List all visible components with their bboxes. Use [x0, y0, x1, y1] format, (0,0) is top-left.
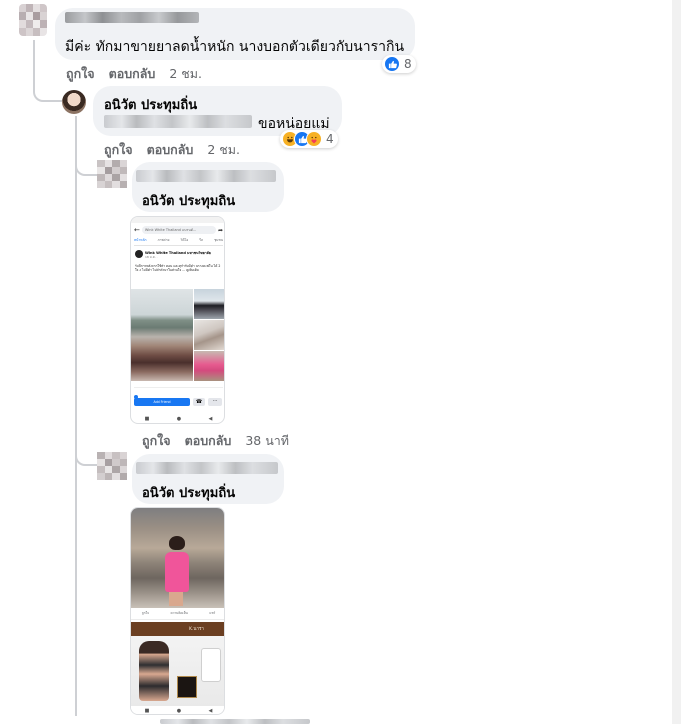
attached-screenshot[interactable]: ← Wink White Thailand แบรนด์... ➦ หน้าหล… — [130, 216, 225, 424]
home-icon: ● — [176, 708, 182, 714]
like-button[interactable]: ถูกใจ — [104, 142, 133, 157]
post-actions-bar: ถูกใจ ความคิดเห็น แชร์ — [131, 608, 224, 620]
tab: รีล — [199, 238, 204, 242]
like-button[interactable]: ถูกใจ — [142, 433, 171, 448]
mention-link[interactable]: อนิวัต ประทุมถิ่น — [142, 482, 235, 503]
comment-text: มีค่ะ ทักมาขายยาลดน้ำหนัก นางบอกตัวเดียว… — [65, 39, 405, 55]
model-figure — [139, 641, 169, 701]
mention-blurred[interactable] — [104, 115, 252, 128]
commenter-name-blurred[interactable] — [136, 170, 276, 182]
search-field: Wink White Thailand แบรนด์... — [141, 226, 216, 234]
comment-actions: ถูกใจ ตอบกลับ 38 นาที — [142, 431, 303, 451]
care-icon — [306, 131, 322, 147]
commenter-name[interactable]: อนิวัต ประทุมถิ่น — [104, 94, 197, 115]
comment-bubble: มีค่ะ ทักมาขายยาลดน้ำหนัก นางบอกตัวเดียว… — [55, 8, 415, 60]
status-bar — [131, 217, 224, 223]
attached-screenshot[interactable]: ถูกใจ ความคิดเห็น แชร์ K.นารา ■ ● ◀ — [130, 507, 225, 715]
like-button[interactable]: ถูกใจ — [66, 66, 95, 81]
scrollbar[interactable] — [672, 0, 681, 724]
phone-mock — [201, 648, 221, 682]
comment-bubble: อนิวัต ประทุมถิน — [132, 162, 284, 212]
reaction-row — [134, 384, 223, 399]
reaction-summary[interactable]: 4 — [280, 130, 338, 148]
like-action: ถูกใจ — [141, 611, 150, 615]
comment-bubble: อนิวัต ประทุมถิ่น — [132, 454, 284, 504]
tab: วิดีโอ — [180, 238, 189, 242]
android-nav-bar: ■ ● ◀ — [131, 413, 224, 423]
share-icon: ➦ — [217, 226, 223, 234]
reply-button[interactable]: ตอบกลับ — [147, 142, 194, 157]
android-nav-bar: ■ ● ◀ — [131, 706, 224, 714]
reaction-count: 8 — [404, 57, 412, 71]
comment-actions: ถูกใจ ตอบกลับ 2 ชม. — [104, 140, 254, 160]
commenter-avatar[interactable] — [97, 452, 127, 480]
post-photo — [194, 351, 224, 381]
comment-actions: ถูกใจ ตอบกลับ 2 ชม. — [66, 64, 216, 84]
tab: ชุมชน — [214, 238, 223, 242]
timestamp[interactable]: 2 ชม. — [207, 142, 240, 157]
brand-banner — [131, 622, 224, 636]
reply-button[interactable]: ตอบกลับ — [109, 66, 156, 81]
reaction-count: 4 — [326, 132, 334, 146]
legs — [169, 592, 183, 606]
thread-connector — [75, 116, 77, 716]
page-avatar — [135, 250, 143, 258]
next-comment-blurred — [160, 719, 310, 724]
home-icon: ● — [176, 416, 182, 422]
back-arrow-icon: ← — [134, 226, 140, 234]
add-friend-button: Add Friend — [134, 398, 190, 406]
commenter-name-blurred[interactable] — [136, 462, 278, 474]
reaction-summary[interactable]: 8 — [382, 55, 416, 73]
comment-bubble: อนิวัต ประทุมถิ่น ขอหน่อยแม่ — [93, 86, 342, 136]
timestamp[interactable]: 38 นาที — [245, 433, 289, 448]
recents-icon: ■ — [144, 416, 150, 422]
search-bar: ← Wink White Thailand แบรนด์... ➦ — [134, 225, 223, 235]
call-icon: ☎ — [193, 398, 205, 406]
post-photo — [194, 289, 224, 319]
post-text: รับปีการหลังจากใช้ทำ ตอน และทุกำกับมีคำ … — [135, 264, 221, 273]
recents-icon: ■ — [144, 708, 150, 714]
share-action: แชร์ — [209, 611, 216, 615]
tab: หน้าหลัก — [134, 238, 147, 242]
commenter-avatar[interactable] — [97, 160, 127, 188]
reply-button[interactable]: ตอบกลับ — [185, 433, 232, 448]
post-photo-main — [131, 289, 193, 381]
comment-action: ความคิดเห็น — [170, 611, 188, 615]
tab: ภาพถ่าย — [157, 238, 170, 242]
page-tabs: หน้าหลัก ภาพถ่าย วิดีโอ รีล ชุมชน — [134, 238, 223, 246]
timestamp[interactable]: 2 ชม. — [169, 66, 202, 81]
back-icon: ◀ — [208, 416, 213, 422]
product-box — [177, 676, 197, 698]
commenter-name-blurred[interactable] — [65, 12, 199, 23]
pink-dress — [165, 552, 189, 592]
commenter-avatar[interactable] — [19, 4, 47, 36]
thread-connector — [75, 152, 97, 176]
avatar[interactable] — [62, 90, 86, 114]
thread-connector — [75, 444, 97, 466]
thread-connector — [33, 40, 63, 102]
like-icon — [384, 56, 400, 72]
post-photo — [194, 320, 224, 350]
back-icon: ◀ — [208, 708, 213, 714]
mention-link[interactable]: อนิวัต ประทุมถิน — [142, 190, 235, 211]
person-silhouette — [169, 536, 185, 550]
page-meta: 18 ม.ค. · — [145, 255, 158, 259]
more-icon: ··· — [208, 398, 222, 406]
brand-label: K.นารา — [189, 627, 204, 632]
